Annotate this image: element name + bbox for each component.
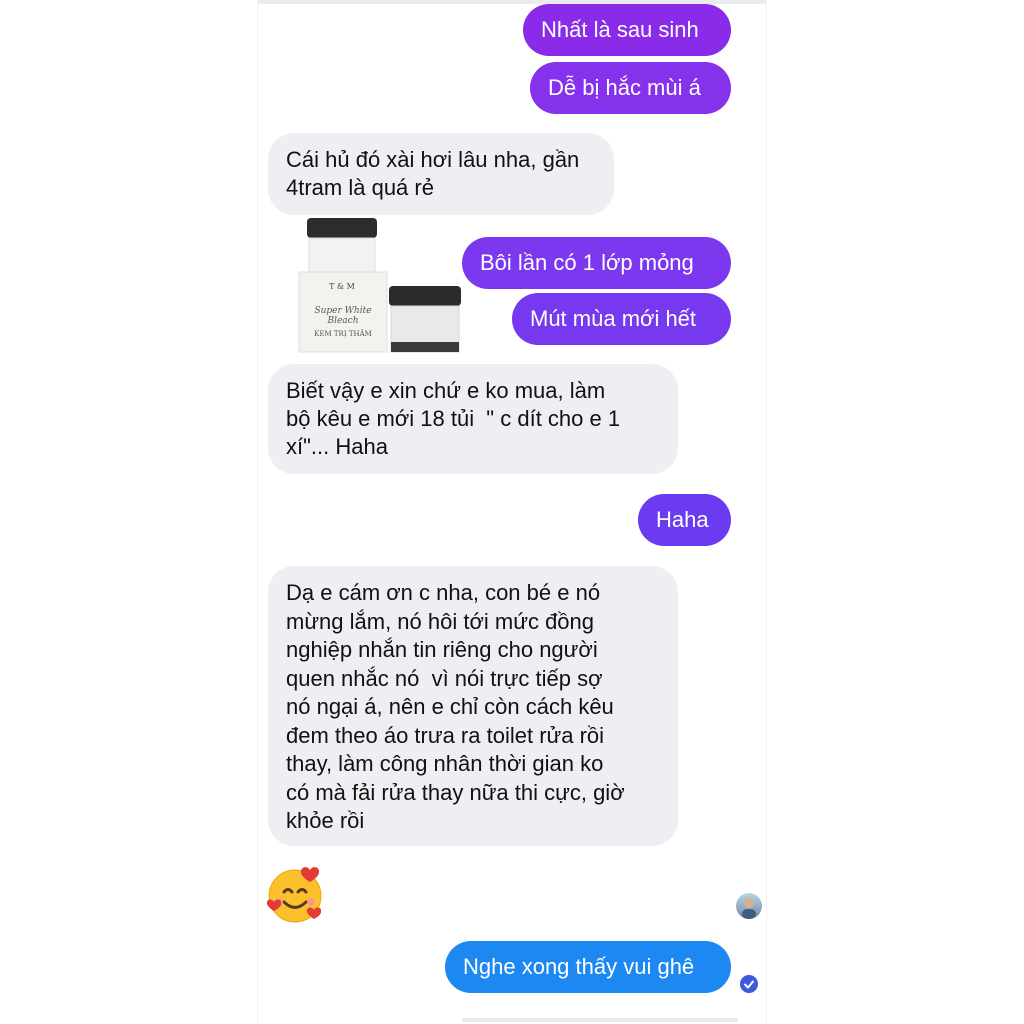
product-name: Super White Bleach xyxy=(314,306,372,326)
message-outgoing[interactable]: Haha xyxy=(638,494,731,546)
message-incoming[interactable]: Cái hủ đó xài hơi lâu nha, gần 4tram là … xyxy=(268,133,614,215)
contact-avatar[interactable] xyxy=(736,893,762,919)
message-incoming[interactable]: Biết vậy e xin chứ e ko mua, làm bộ kêu … xyxy=(268,364,678,474)
bottom-divider xyxy=(462,1018,738,1022)
message-outgoing[interactable]: Dễ bị hắc mùi á xyxy=(530,62,731,114)
smiling-face-with-hearts-emoji[interactable] xyxy=(264,862,330,928)
message-outgoing[interactable]: Nghe xong thấy vui ghê xyxy=(445,941,731,993)
product-brand: T & M xyxy=(329,282,355,291)
product-subtitle: KEM TRỊ THÂM xyxy=(314,330,372,338)
message-incoming[interactable]: Dạ e cám ơn c nha, con bé e nó mừng lắm,… xyxy=(268,566,678,846)
product-photo[interactable]: T & M Super White Bleach KEM TRỊ THÂM xyxy=(297,216,465,358)
message-outgoing[interactable]: Bôi lần có 1 lớp mỏng xyxy=(462,237,731,289)
message-outgoing[interactable]: Nhất là sau sinh xyxy=(523,4,731,56)
seen-check-icon xyxy=(739,974,759,994)
message-outgoing[interactable]: Mút mùa mới hết xyxy=(512,293,731,345)
